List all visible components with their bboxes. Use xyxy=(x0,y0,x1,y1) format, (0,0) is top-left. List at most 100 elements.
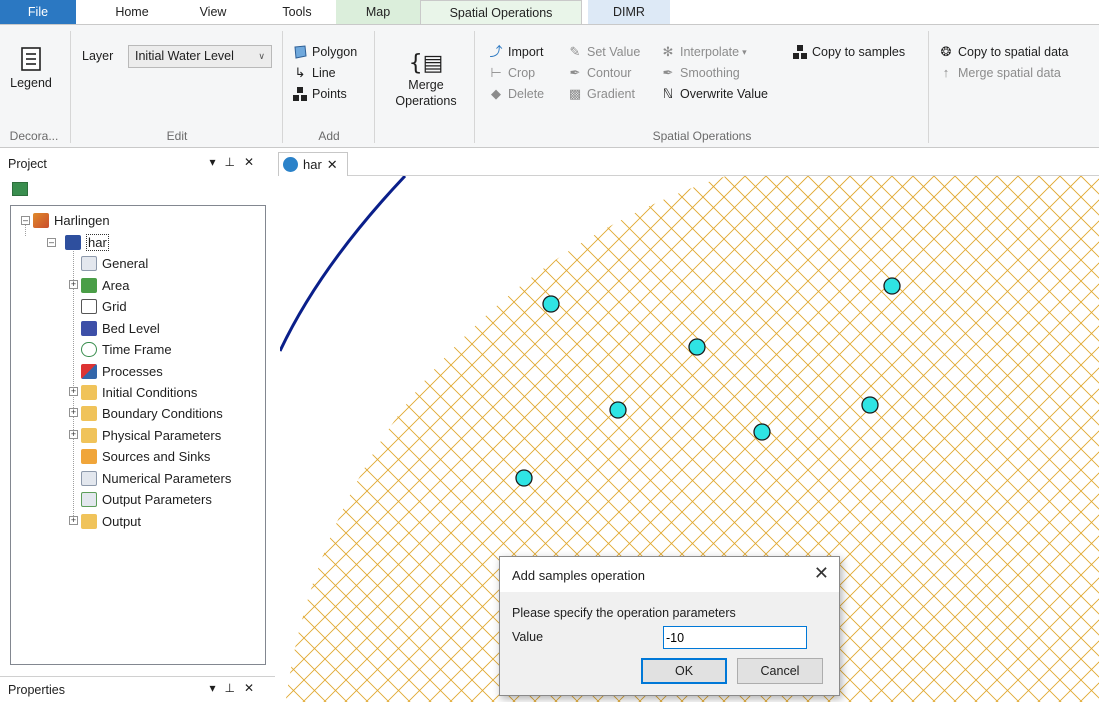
tab-dimr[interactable]: DIMR xyxy=(588,0,670,24)
grid-line xyxy=(280,176,326,702)
grid-line xyxy=(280,176,305,702)
layer-dropdown[interactable]: Initial Water Level ∨ xyxy=(128,45,272,68)
close-icon[interactable]: ✕ xyxy=(244,155,263,169)
grid-line xyxy=(280,176,529,702)
tree-node-physical-parameters[interactable]: Physical Parameters xyxy=(81,425,221,445)
tree-expander[interactable]: – xyxy=(47,238,56,247)
value-label: Value xyxy=(512,630,544,644)
folder-icon xyxy=(81,448,97,464)
add-line-button[interactable]: ↳ Line xyxy=(292,65,336,81)
tab-tools[interactable]: Tools xyxy=(262,0,332,24)
value-input[interactable] xyxy=(663,626,807,649)
document-tab-har[interactable]: har ✕ xyxy=(278,152,348,176)
tree-node-sources-and-sinks[interactable]: Sources and Sinks xyxy=(81,446,210,466)
tree-node-output[interactable]: Output xyxy=(81,511,141,531)
smoothing-icon: ✒ xyxy=(662,65,674,80)
tab-home[interactable]: Home xyxy=(96,0,168,24)
sample-point[interactable] xyxy=(753,423,771,441)
sample-point[interactable] xyxy=(542,295,560,313)
overwrite-value-icon: ℕ xyxy=(662,86,674,101)
contour-button[interactable]: ✒ Contour xyxy=(567,65,632,81)
tree-node-harlingen[interactable]: Harlingen xyxy=(33,210,110,230)
ribbon-separator xyxy=(282,31,283,143)
add-samples-dialog: Add samples operation ✕ Please specify t… xyxy=(499,556,840,696)
ribbon-tab-bar: File Home View Tools Map Spatial Operati… xyxy=(0,0,1099,25)
set-value-icon: ✎ xyxy=(569,44,581,59)
dropdown-arrow-icon: ▾ xyxy=(742,46,747,57)
sample-point[interactable] xyxy=(688,338,706,356)
grid-line xyxy=(1038,176,1099,702)
merge-operations-button[interactable]: {▤ Merge Operations xyxy=(384,51,468,109)
project-icon xyxy=(33,212,49,228)
folder-icon xyxy=(81,384,97,400)
project-panel-header: Project ▾⊥✕ xyxy=(0,150,275,177)
grid-line xyxy=(280,176,452,702)
tree-node-time-frame[interactable]: Time Frame xyxy=(81,339,172,359)
tree-expander[interactable]: + xyxy=(69,516,78,525)
grid-icon xyxy=(81,298,97,314)
line-icon: ↳ xyxy=(294,65,306,80)
tree-node-boundary-conditions[interactable]: Boundary Conditions xyxy=(81,403,223,423)
sample-point[interactable] xyxy=(883,277,901,295)
add-points-button[interactable]: Points xyxy=(292,86,347,102)
gradient-button[interactable]: ▩ Gradient xyxy=(567,86,635,102)
close-icon[interactable]: ✕ xyxy=(327,157,338,173)
pin-icon[interactable]: ⊥ xyxy=(224,681,243,695)
arrow-up-icon: ↑ xyxy=(942,65,950,80)
crop-button[interactable]: ⊢ Crop xyxy=(488,65,535,81)
sample-point[interactable] xyxy=(861,396,879,414)
interpolate-button[interactable]: ✻ Interpolate ▾ xyxy=(660,44,747,60)
tree-node-general[interactable]: General xyxy=(81,253,148,273)
sample-point[interactable] xyxy=(515,469,533,487)
tree-expander[interactable]: – xyxy=(21,216,30,225)
set-value-button[interactable]: ✎ Set Value xyxy=(567,44,641,60)
sample-point[interactable] xyxy=(609,401,627,419)
close-icon[interactable]: ✕ xyxy=(814,563,829,584)
tree-node-initial-conditions[interactable]: Initial Conditions xyxy=(81,382,197,402)
tab-view[interactable]: View xyxy=(178,0,248,24)
tree-node-processes[interactable]: Processes xyxy=(81,361,163,381)
add-polygon-button[interactable]: Polygon xyxy=(292,44,357,60)
tree-node-grid[interactable]: Grid xyxy=(81,296,127,316)
tree-expander[interactable]: + xyxy=(69,430,78,439)
tab-file[interactable]: File xyxy=(0,0,76,24)
copy-to-spatial-data-button[interactable]: ❂ Copy to spatial data xyxy=(938,44,1069,60)
tree-expander[interactable]: + xyxy=(69,387,78,396)
gradient-icon: ▩ xyxy=(568,86,582,101)
ok-button[interactable]: OK xyxy=(641,658,727,684)
dropdown-icon[interactable]: ▾ xyxy=(209,155,224,169)
tree-expander[interactable]: + xyxy=(69,408,78,417)
delete-icon: ◆ xyxy=(491,86,501,101)
legend-button[interactable]: Legend xyxy=(6,47,56,91)
project-toolbar-icon[interactable] xyxy=(12,182,28,196)
tab-spatial-operations[interactable]: Spatial Operations xyxy=(420,0,582,25)
tree-node-output-parameters[interactable]: Output Parameters xyxy=(81,489,212,509)
properties-panel-header: Properties ▾⊥✕ xyxy=(0,676,275,702)
tree-expander[interactable]: + xyxy=(69,280,78,289)
document-tab-strip: har ✕ xyxy=(278,150,1099,176)
overwrite-value-button[interactable]: ℕ Overwrite Value xyxy=(660,86,768,102)
grid-line xyxy=(280,176,298,702)
dropdown-icon[interactable]: ▾ xyxy=(209,681,224,695)
tree-node-numerical-parameters[interactable]: Numerical Parameters xyxy=(81,468,231,488)
panel-controls: ▾⊥✕ xyxy=(209,681,263,695)
document-icon xyxy=(81,491,97,507)
pin-icon[interactable]: ⊥ xyxy=(224,155,243,169)
smoothing-button[interactable]: ✒ Smoothing xyxy=(660,65,740,81)
cancel-button[interactable]: Cancel xyxy=(737,658,823,684)
merge-spatial-data-button[interactable]: ↑ Merge spatial data xyxy=(938,65,1061,81)
group-label-decorations: Decora... xyxy=(9,129,59,143)
tab-map[interactable]: Map xyxy=(336,0,420,24)
close-icon[interactable]: ✕ xyxy=(244,681,263,695)
tree-node-har[interactable]: har xyxy=(65,232,109,252)
tree-node-bed-level[interactable]: Bed Level xyxy=(81,318,160,338)
tree-node-area[interactable]: Area xyxy=(81,275,129,295)
folder-icon xyxy=(81,405,97,421)
dialog-prompt: Please specify the operation parameters xyxy=(512,606,736,620)
crop-icon: ⊢ xyxy=(490,65,502,80)
import-button[interactable]: ⤴ Import xyxy=(488,44,543,60)
grid-line xyxy=(280,176,410,702)
globe-icon: ❂ xyxy=(940,44,952,59)
delete-button[interactable]: ◆ Delete xyxy=(488,86,544,102)
copy-to-samples-button[interactable]: Copy to samples xyxy=(792,44,905,60)
